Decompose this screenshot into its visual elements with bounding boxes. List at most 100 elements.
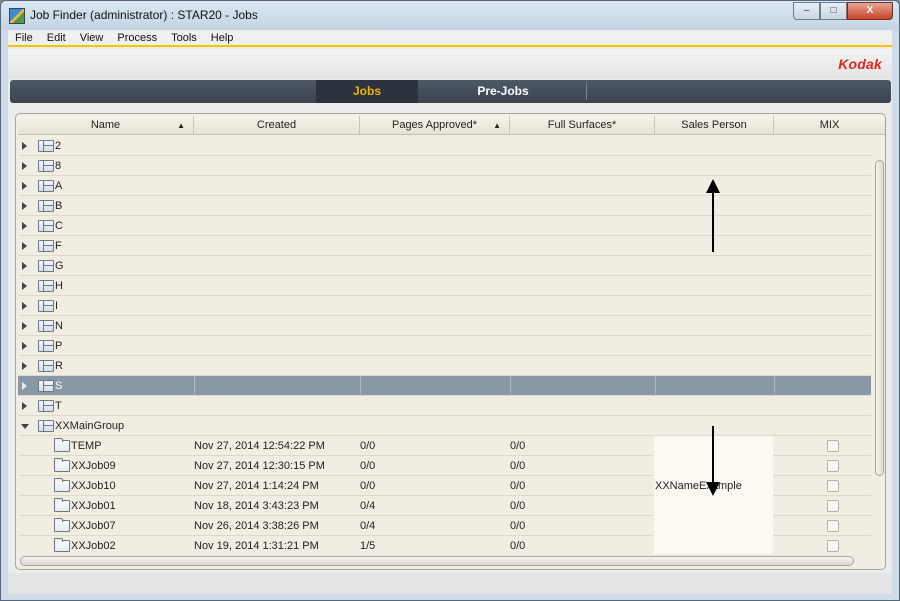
job-pages-approved: 1/5: [360, 540, 376, 552]
job-full-surfaces: 0/0: [510, 500, 526, 512]
expand-arrow-icon[interactable]: [22, 302, 27, 310]
expand-arrow-icon[interactable]: [22, 202, 27, 210]
minimize-button[interactable]: –: [793, 2, 820, 20]
job-pages-approved: 0/0: [360, 460, 376, 472]
mix-checkbox[interactable]: [827, 520, 839, 532]
group-row[interactable]: R: [18, 356, 871, 376]
expand-arrow-icon[interactable]: [22, 242, 27, 250]
horizontal-scroll-thumb[interactable]: [20, 556, 854, 566]
job-group-icon: [38, 260, 54, 272]
mix-checkbox[interactable]: [827, 440, 839, 452]
column-label: Name: [90, 119, 121, 131]
column-header-full-surfaces[interactable]: Full Surfaces*: [510, 116, 655, 135]
mix-checkbox[interactable]: [827, 480, 839, 492]
tab-divider: [586, 83, 587, 100]
expand-arrow-icon[interactable]: [22, 262, 27, 270]
menu-tools[interactable]: Tools: [164, 30, 204, 45]
menu-edit[interactable]: Edit: [40, 30, 73, 45]
collapse-arrow-icon[interactable]: [21, 424, 29, 429]
group-name: N: [55, 320, 63, 332]
sort-ascending-icon: ▲: [177, 121, 185, 130]
job-name: XXJob07: [71, 520, 116, 532]
group-row[interactable]: B: [18, 196, 871, 216]
column-header-name[interactable]: Name ▲: [18, 116, 194, 135]
group-row[interactable]: XXMainGroup: [18, 416, 871, 436]
column-header-sales-person[interactable]: Sales Person: [655, 116, 774, 135]
app-window: Job Finder (administrator) : STAR20 - Jo…: [0, 0, 900, 601]
group-name: H: [55, 280, 63, 292]
group-row[interactable]: C: [18, 216, 871, 236]
job-row[interactable]: TEMP Nov 27, 2014 12:54:22 PM 0/0 0/0: [18, 436, 871, 456]
group-row[interactable]: 8: [18, 156, 871, 176]
sales-person-cell[interactable]: [654, 496, 773, 516]
group-row[interactable]: P: [18, 336, 871, 356]
mix-checkbox[interactable]: [827, 540, 839, 552]
group-row[interactable]: S: [18, 376, 871, 396]
expand-arrow-icon[interactable]: [22, 402, 27, 410]
menu-process[interactable]: Process: [110, 30, 164, 45]
column-label: MIX: [819, 119, 840, 131]
annotation-arrow-down-head: [706, 482, 720, 496]
job-group-icon: [38, 180, 54, 192]
tab-bar: Jobs Pre-Jobs: [10, 80, 891, 103]
group-name: R: [55, 360, 63, 372]
expand-arrow-icon[interactable]: [22, 182, 27, 190]
title-bar[interactable]: Job Finder (administrator) : STAR20 - Jo…: [1, 1, 899, 30]
job-group-icon: [38, 220, 54, 232]
expand-arrow-icon[interactable]: [22, 222, 27, 230]
expand-arrow-icon[interactable]: [22, 282, 27, 290]
group-row[interactable]: F: [18, 236, 871, 256]
job-name: XXJob01: [71, 500, 116, 512]
column-header-mix[interactable]: MIX: [774, 116, 885, 135]
column-header-pages-approved[interactable]: Pages Approved* ▲: [360, 116, 510, 135]
expand-arrow-icon[interactable]: [22, 382, 27, 390]
job-row[interactable]: XXJob01 Nov 18, 2014 3:43:23 PM 0/4 0/0: [18, 496, 871, 516]
maximize-button[interactable]: □: [820, 2, 847, 20]
group-row[interactable]: 2: [18, 136, 871, 156]
expand-arrow-icon[interactable]: [22, 362, 27, 370]
job-full-surfaces: 0/0: [510, 460, 526, 472]
job-pages-approved: 0/4: [360, 520, 376, 532]
expand-arrow-icon[interactable]: [22, 342, 27, 350]
group-name: I: [55, 300, 59, 312]
column-divider: [360, 376, 361, 395]
job-full-surfaces: 0/0: [510, 480, 526, 492]
job-row[interactable]: XXJob07 Nov 26, 2014 3:38:26 PM 0/4 0/0: [18, 516, 871, 536]
menu-help[interactable]: Help: [204, 30, 241, 45]
close-button[interactable]: X: [847, 2, 893, 20]
group-row[interactable]: A: [18, 176, 871, 196]
job-row[interactable]: XXJob09 Nov 27, 2014 12:30:15 PM 0/0 0/0: [18, 456, 871, 476]
mix-checkbox[interactable]: [827, 460, 839, 472]
job-group-icon: [38, 280, 54, 292]
group-row[interactable]: G: [18, 256, 871, 276]
vertical-scroll-thumb[interactable]: [875, 160, 884, 476]
group-row[interactable]: I: [18, 296, 871, 316]
menu-file[interactable]: File: [8, 30, 40, 45]
expand-arrow-icon[interactable]: [22, 142, 27, 150]
group-row[interactable]: T: [18, 396, 871, 416]
group-row[interactable]: H: [18, 276, 871, 296]
job-created: Nov 18, 2014 3:43:23 PM: [194, 500, 319, 512]
job-row[interactable]: XXJob10 Nov 27, 2014 1:14:24 PM 0/0 0/0 XXNa…: [18, 476, 871, 496]
job-row[interactable]: XXJob02 Nov 19, 2014 1:31:21 PM 1/5 0/0: [18, 536, 871, 556]
job-pages-approved: 0/0: [360, 480, 376, 492]
job-group-icon: [38, 160, 54, 172]
column-header-created[interactable]: Created: [194, 116, 360, 135]
job-full-surfaces: 0/0: [510, 540, 526, 552]
job-created: Nov 27, 2014 1:14:24 PM: [194, 480, 319, 492]
job-sales-person: XXNameExample: [655, 480, 742, 492]
sales-person-cell[interactable]: [654, 536, 773, 556]
tab-jobs[interactable]: Jobs: [316, 80, 418, 103]
job-folder-icon: [54, 438, 70, 452]
expand-arrow-icon[interactable]: [22, 162, 27, 170]
mix-checkbox[interactable]: [827, 500, 839, 512]
sales-person-cell[interactable]: [654, 516, 773, 536]
group-row[interactable]: N: [18, 316, 871, 336]
group-name: XXMainGroup: [55, 420, 125, 432]
expand-arrow-icon[interactable]: [22, 322, 27, 330]
job-group-icon: [38, 340, 54, 352]
job-folder-icon: [54, 478, 70, 492]
tab-pre-jobs[interactable]: Pre-Jobs: [420, 80, 586, 103]
menu-view[interactable]: View: [73, 30, 111, 45]
job-group-icon: [38, 320, 54, 332]
